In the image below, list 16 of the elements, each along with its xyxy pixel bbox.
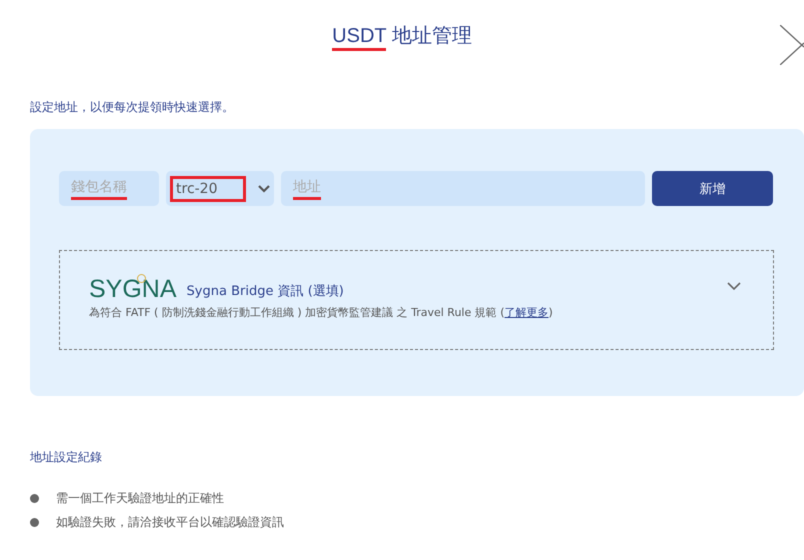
bullet-icon (30, 494, 39, 502)
caret-icon (258, 184, 270, 192)
close-icon[interactable] (780, 25, 804, 65)
travel-rule-note: 為符合 FATF ( 防制洗錢金融行動工作組織 ) 加密貨幣監管建議 之 Travel Rule 規範 (了解更多) (89, 305, 554, 320)
chevron-icon[interactable] (727, 282, 741, 291)
sygna-title: Sygna Bridge 資訊 (選填) (186, 283, 344, 301)
learn-more-link[interactable]: 了解更多 (504, 306, 549, 319)
bullet-icon (30, 518, 39, 526)
add-button[interactable]: 新增 (652, 171, 773, 206)
intro-text: 設定地址，以便每次提領時快速選擇。 (30, 99, 235, 116)
records-heading: 地址設定紀錄 (30, 449, 103, 466)
page-title: USDT 地址管理 (0, 22, 804, 49)
network-select[interactable]: trc-20 (166, 171, 274, 206)
note-text: 如驗證失敗，請洽接收平台以確認驗證資訊 (56, 514, 284, 530)
note-text: 需一個工作天驗證地址的正確性 (56, 490, 224, 506)
sygna-logo: SYGNA (89, 277, 177, 301)
